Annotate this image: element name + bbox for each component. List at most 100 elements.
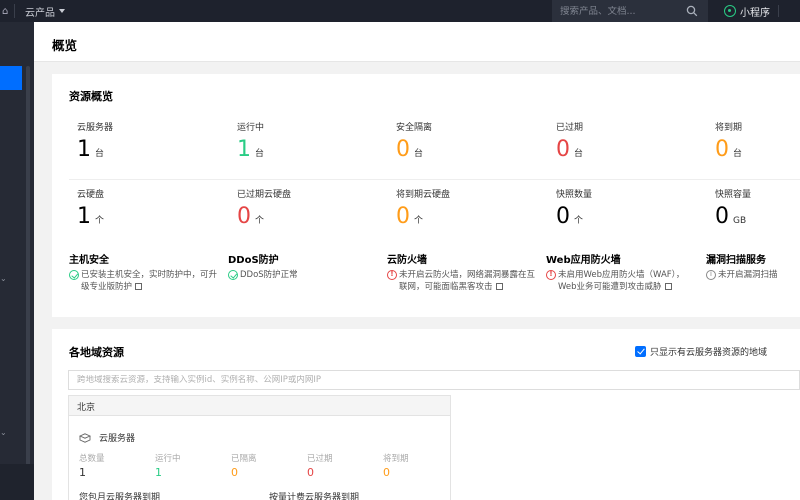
sidebar-scrollbar[interactable] — [26, 66, 30, 466]
security-title: 云防火墙 — [387, 255, 427, 266]
sidebar-item-active[interactable] — [0, 66, 22, 90]
region-service-cvm[interactable]: 云服务器 — [79, 431, 135, 444]
region-stat-total: 总数量 1 — [79, 452, 105, 479]
chevron-down-icon[interactable]: ⌄ — [0, 428, 8, 437]
stat-label: 安全隔离 — [396, 123, 433, 133]
security-vuln-scan[interactable]: 漏洞扫描服务 i 未开启漏洞扫描 — [706, 251, 800, 281]
stat-label: 已过期 — [556, 123, 584, 133]
stat-value: 1 — [77, 204, 91, 229]
top-divider — [14, 4, 15, 18]
warning-circle-icon: ! — [546, 270, 556, 280]
page-header: 概览 — [34, 22, 800, 62]
stat-value: 0 — [715, 137, 729, 162]
region-resources-title: 各地域资源 — [69, 346, 124, 359]
stat-value: 0 — [396, 137, 410, 162]
security-desc: 已安装主机安全，实时防护中，可升级专业版防护 — [81, 270, 218, 292]
stat-cvm-expiring[interactable]: 将到期 0台 — [715, 120, 742, 161]
security-title: DDoS防护 — [228, 255, 279, 266]
search-icon[interactable] — [686, 5, 698, 17]
stat-value: 1 — [77, 137, 91, 162]
region-stat-running: 运行中 1 — [155, 452, 181, 479]
sidebar: ⌄ ⌄ — [0, 22, 34, 500]
top-left-group: ⌂ 云产品 — [0, 0, 65, 22]
stat-unit: 台 — [733, 149, 743, 159]
divider — [69, 179, 800, 180]
stat-snapshot-capacity[interactable]: 快照容量 0 GB — [715, 187, 751, 228]
monthly-expiry-text: 您包月云服务器到期 — [79, 493, 161, 500]
stat-unit: 个 — [95, 216, 105, 226]
security-waf[interactable]: Web应用防火墙 ! 未启用Web应用防火墙（WAF），Web业务可能遭到攻击威胁 — [546, 251, 696, 293]
mini-stat-value: 1 — [79, 466, 86, 479]
external-link-icon[interactable] — [495, 283, 503, 290]
check-circle-icon — [228, 270, 238, 280]
stat-cvm-expired[interactable]: 已过期 0台 — [556, 120, 583, 161]
stat-cvm-isolated[interactable]: 安全隔离 0台 — [396, 120, 432, 161]
mini-program-link[interactable]: 小程序 — [724, 0, 770, 22]
stat-disk-expired[interactable]: 已过期云硬盘 0个 — [237, 187, 291, 228]
mini-stat-label: 已隔离 — [231, 454, 257, 464]
stat-unit: 个 — [574, 216, 584, 226]
cloud-products-label: 云产品 — [25, 7, 55, 19]
stat-disk-total[interactable]: 云硬盘 1个 — [77, 187, 104, 228]
chevron-down-icon[interactable]: ⌄ — [0, 274, 8, 283]
mini-program-icon — [724, 5, 736, 17]
stat-label: 将到期云硬盘 — [396, 190, 451, 200]
stat-label: 云硬盘 — [77, 190, 105, 200]
only-cvm-regions-toggle[interactable]: 只显示有云服务器资源的地域 — [635, 345, 767, 358]
security-ddos[interactable]: DDoS防护 DDoS防护正常 — [228, 251, 378, 281]
stat-unit: GB — [733, 216, 747, 226]
stat-unit: 个 — [414, 216, 424, 226]
region-stat-isolated: 已隔离 0 — [231, 452, 257, 479]
region-stat-expired: 已过期 0 — [307, 452, 333, 479]
stat-unit: 个 — [255, 216, 265, 226]
region-stat-expiring: 将到期 0 — [383, 452, 409, 479]
mini-stat-label: 运行中 — [155, 454, 181, 464]
stat-cvm-running[interactable]: 运行中 1台 — [237, 120, 264, 161]
stat-label: 快照数量 — [556, 190, 593, 200]
region-name: 北京 — [69, 396, 450, 416]
security-title: 主机安全 — [69, 255, 109, 266]
checkbox[interactable] — [635, 346, 646, 357]
security-host[interactable]: 主机安全 已安装主机安全，实时防护中，可升级专业版防护 — [69, 251, 219, 293]
external-link-icon[interactable] — [664, 283, 672, 290]
info-circle-icon: i — [706, 270, 716, 280]
stat-value: 1 — [237, 137, 251, 162]
page-title: 概览 — [52, 38, 78, 53]
service-name: 云服务器 — [99, 434, 136, 444]
stat-value: 0 — [237, 204, 251, 229]
mini-program-label: 小程序 — [740, 7, 770, 19]
stat-label: 运行中 — [237, 123, 265, 133]
region-search[interactable] — [68, 370, 800, 390]
resource-overview-card: 资源概览 云服务器 1台 运行中 1台 安全隔离 0台 已过期 0台 将到期 0… — [52, 74, 800, 317]
stat-cvm-total[interactable]: 云服务器 1台 — [77, 120, 113, 161]
security-title: Web应用防火墙 — [546, 255, 621, 266]
security-desc: DDoS防护正常 — [240, 270, 298, 280]
stat-value: 0 — [556, 204, 570, 229]
stat-label: 已过期云硬盘 — [237, 190, 292, 200]
chevron-down-icon — [59, 9, 65, 13]
mini-stat-label: 总数量 — [79, 454, 105, 464]
stat-label: 云服务器 — [77, 123, 114, 133]
resource-overview-title: 资源概览 — [69, 90, 113, 103]
external-link-icon[interactable] — [135, 283, 143, 290]
checkbox-label: 只显示有云服务器资源的地域 — [650, 348, 768, 358]
mini-stat-value: 1 — [155, 466, 162, 479]
stat-disk-expiring[interactable]: 将到期云硬盘 0个 — [396, 187, 450, 228]
payg-expiry-text: 按量计费云服务器到期 — [269, 493, 360, 500]
check-circle-icon — [69, 270, 79, 280]
top-divider — [778, 5, 779, 17]
security-title: 漏洞扫描服务 — [706, 255, 766, 266]
security-firewall[interactable]: 云防火墙 ! 未开启云防火墙，网络漏洞暴露在互联网，可能面临黑客攻击 — [387, 251, 537, 293]
region-panel-beijing[interactable]: 北京 云服务器 总数量 1 运行中 1 已隔离 0 已过期 0 将到期 0 您包… — [68, 395, 451, 500]
global-search-input[interactable] — [560, 5, 680, 17]
stat-value: 0 — [556, 137, 570, 162]
sidebar-footer[interactable] — [0, 464, 34, 500]
stat-snapshot-count[interactable]: 快照数量 0个 — [556, 187, 592, 228]
security-desc: 未开启云防火墙，网络漏洞暴露在互联网，可能面临黑客攻击 — [399, 270, 536, 292]
global-search[interactable] — [552, 0, 708, 22]
region-search-input[interactable] — [77, 375, 791, 385]
stat-value: 0 — [396, 204, 410, 229]
cloud-products-menu[interactable]: 云产品 — [25, 4, 65, 19]
home-icon[interactable]: ⌂ — [0, 6, 10, 17]
warning-circle-icon: ! — [387, 270, 397, 280]
